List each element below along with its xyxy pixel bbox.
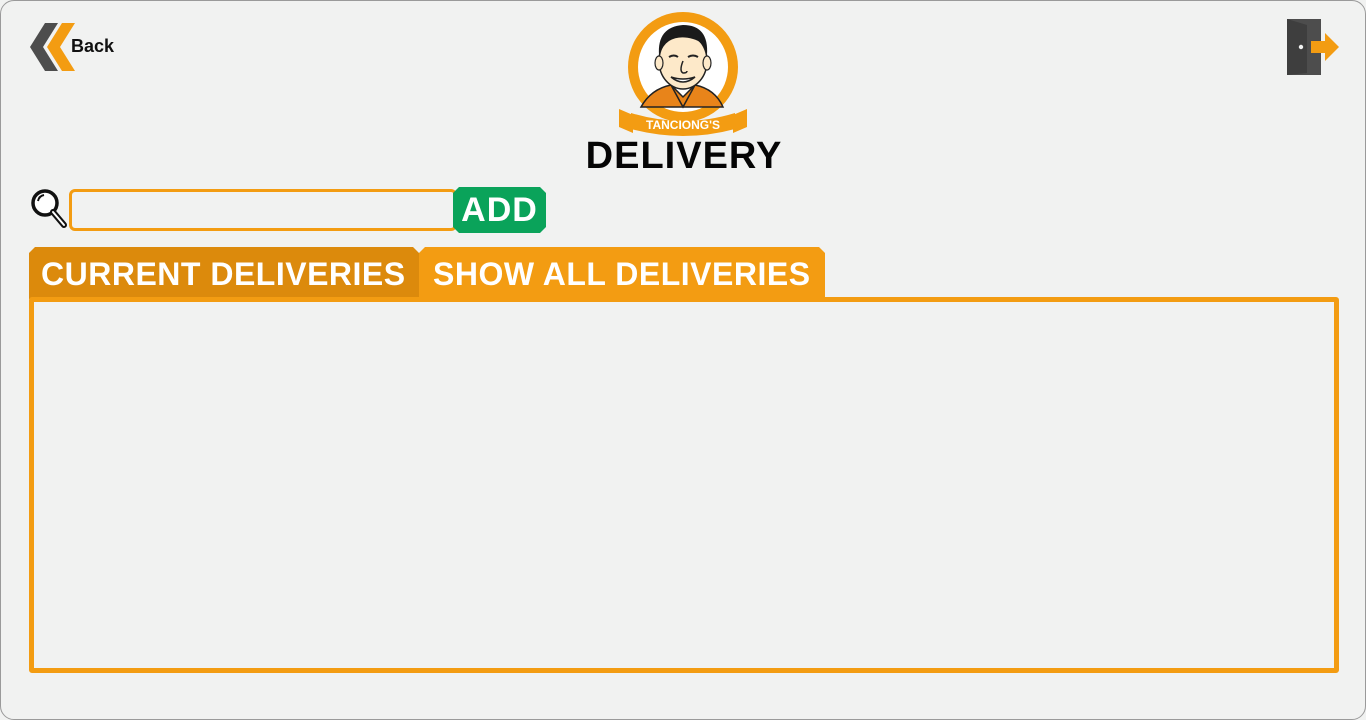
search-input[interactable] (69, 189, 457, 231)
magnifier-icon (31, 189, 67, 228)
logout-button[interactable] (1277, 15, 1343, 79)
tanciongs-logo: TANCIONG'S (619, 12, 747, 136)
page-title: DELIVERY (585, 135, 783, 177)
add-button[interactable]: ADD (453, 187, 546, 233)
deliveries-list-panel[interactable] (29, 297, 1339, 673)
back-button[interactable]: Back (29, 21, 114, 73)
back-label: Back (71, 35, 115, 56)
logo-text: TANCIONG'S (646, 118, 720, 132)
tab-show-all-deliveries[interactable]: SHOW ALL DELIVERIES (419, 247, 825, 299)
tab-current-deliveries[interactable]: CURRENT DELIVERIES (29, 247, 419, 299)
app-window: Back TANCIONG'S DELIVERY ADD CURRENT DEL… (0, 0, 1366, 720)
logout-door-icon (1287, 19, 1339, 75)
